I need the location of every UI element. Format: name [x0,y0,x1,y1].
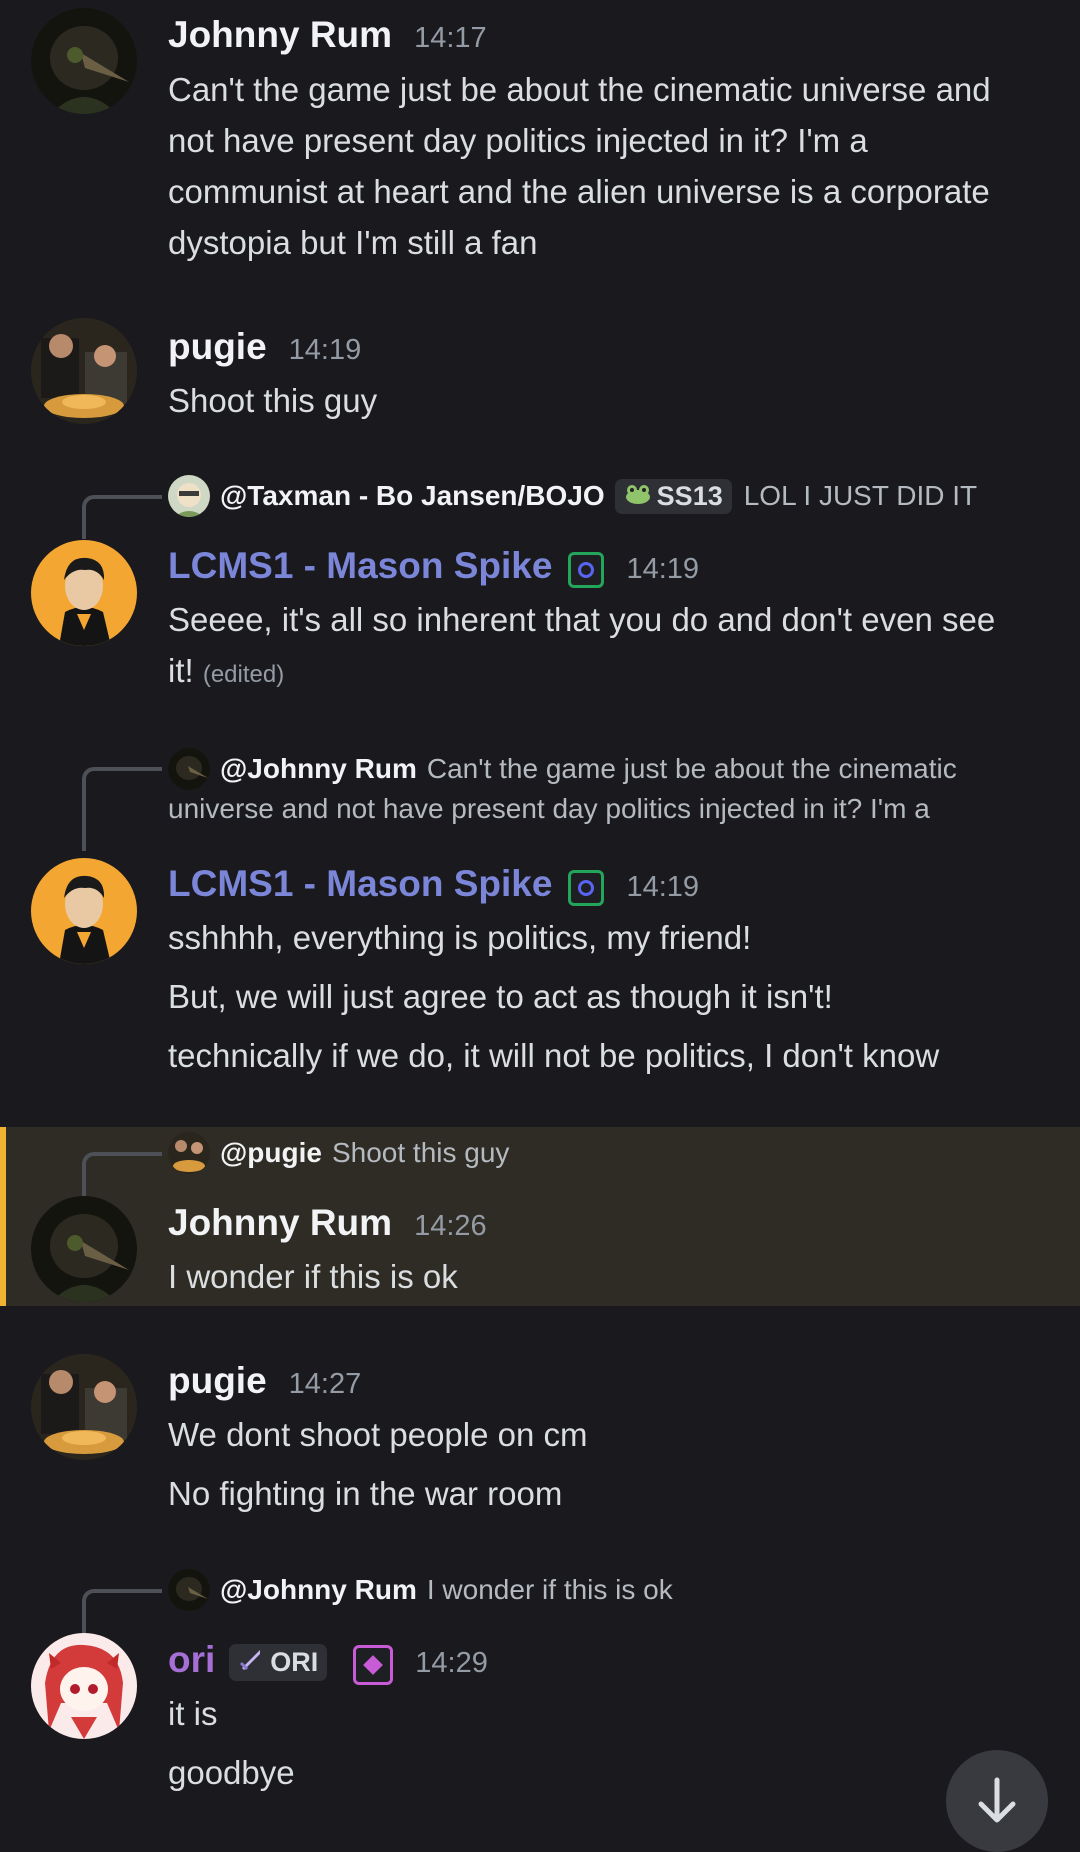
reply-text: Can't the game just be about the cinemat… [426,753,957,784]
avatar[interactable] [31,8,137,114]
message-text: technically if we do, it will not be pol… [168,1037,940,1074]
sword-icon [238,1646,264,1679]
message-text: Can't the game just be about the cinemat… [168,71,991,108]
message-text: dystopia but I'm still a fan [168,224,538,261]
message-text: not have present day politics injected i… [168,122,868,159]
message-text: We dont shoot people on cm [168,1416,588,1453]
role-icon [568,552,605,588]
author-name[interactable]: LCMS1 - Mason Spike [168,545,552,587]
author-name[interactable]: ori [168,1639,215,1681]
timestamp: 14:27 [288,1368,362,1400]
reply-avatar [168,1569,210,1611]
role-icon [568,870,605,906]
mention-highlight [0,1127,1080,1306]
reply-author[interactable]: @Taxman - Bo Jansen/BOJO [220,480,605,512]
timestamp: 14:26 [414,1210,487,1242]
jump-to-present-button[interactable] [946,1750,1048,1852]
timestamp: 14:17 [414,22,487,54]
reply-avatar [168,748,210,790]
reply-author[interactable]: @pugie [220,1137,322,1169]
timestamp: 14:19 [626,553,700,585]
message-text: goodbye [168,1754,295,1791]
server-tag: SS13 [614,478,732,514]
reply-preview[interactable]: @Johnny Rum Can't the game just be about… [168,748,957,790]
timestamp: 14:19 [288,334,362,366]
reply-preview[interactable]: @Johnny Rum I wonder if this is ok [168,1569,673,1611]
reply-avatar [168,475,210,517]
timestamp: 14:29 [415,1647,488,1679]
role-icon [353,1645,394,1685]
reply-author[interactable]: @Johnny Rum [220,753,417,785]
reply-spine [82,1152,162,1196]
message-text: Shoot this guy [168,382,378,419]
avatar[interactable] [31,1633,137,1739]
server-tag: ORI [229,1644,328,1681]
arrow-down-icon [975,1776,1019,1829]
message-text: sshhhh, everything is politics, my frien… [168,919,752,956]
author-name[interactable]: Johnny Rum [168,1202,392,1244]
avatar[interactable] [31,1354,137,1460]
avatar[interactable] [31,858,137,964]
reply-text-wrap: universe and not have present day politi… [168,793,930,824]
author-name[interactable]: LCMS1 - Mason Spike [168,863,552,905]
avatar[interactable] [31,540,137,646]
message-text: it is [168,1695,218,1732]
message-text: it! [168,652,194,689]
reply-spine [82,495,162,539]
server-tag-label: ORI [270,1647,319,1677]
message-text: No fighting in the war room [168,1475,563,1512]
timestamp: 14:19 [626,871,700,903]
reply-text: I wonder if this is ok [426,1574,673,1605]
reply-preview[interactable]: @Taxman - Bo Jansen/BOJO SS13 LOL I JUST… [168,475,977,517]
reply-text: Shoot this guy [331,1137,510,1168]
frog-icon [624,481,652,512]
reply-preview[interactable]: @pugie Shoot this guy [168,1132,509,1174]
reply-text: LOL I JUST DID IT [743,480,978,511]
avatar[interactable] [31,1196,137,1302]
message-text: communist at heart and the alien univers… [168,173,990,210]
message-text: But, we will just agree to act as though… [168,978,833,1015]
message-text: Seeee, it's all so inherent that you do … [168,601,996,638]
author-name[interactable]: pugie [168,326,267,368]
reply-spine [82,1589,162,1633]
avatar[interactable] [31,318,137,424]
reply-author[interactable]: @Johnny Rum [220,1574,417,1606]
edited-label: (edited) [202,661,285,688]
author-name[interactable]: Johnny Rum [168,14,392,56]
message-text-line: it! (edited) [168,645,284,700]
author-name[interactable]: pugie [168,1360,267,1402]
server-tag-label: SS13 [656,480,723,511]
reply-avatar [168,1132,210,1174]
reply-spine [82,767,162,851]
message-text: I wonder if this is ok [168,1258,458,1295]
